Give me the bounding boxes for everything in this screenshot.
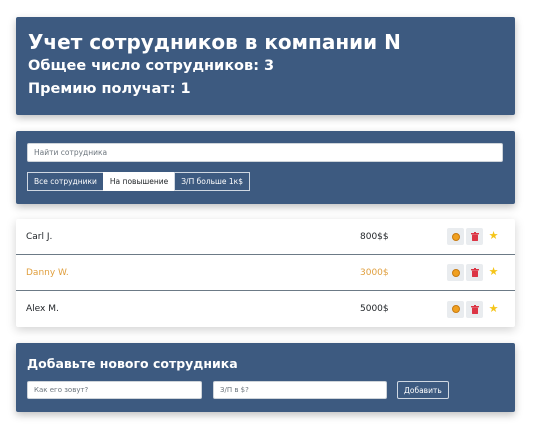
list-item: Danny W. 3000$ ★ <box>16 255 515 291</box>
total-employees-count: Общее число сотрудников: 3 <box>28 58 275 74</box>
trash-icon <box>470 232 479 241</box>
delete-button[interactable] <box>466 264 483 281</box>
cookie-icon <box>451 232 460 241</box>
delete-button[interactable] <box>466 300 483 318</box>
employee-name: Alex M. <box>26 304 59 314</box>
employee-salary: 800$$ <box>360 231 389 242</box>
page-title: Учет сотрудников в компании N <box>28 30 401 54</box>
star-icon: ★ <box>488 230 499 242</box>
filter-all-button[interactable]: Все сотрудники <box>27 172 104 191</box>
star-button[interactable]: ★ <box>485 301 502 318</box>
star-icon: ★ <box>488 266 499 278</box>
star-button[interactable]: ★ <box>485 228 502 245</box>
star-button[interactable]: ★ <box>485 264 502 281</box>
cookie-icon <box>451 305 460 313</box>
row-actions: ★ <box>447 300 502 318</box>
list-item: Alex M. 5000$ ★ <box>16 291 515 327</box>
cookie-button[interactable] <box>447 300 464 318</box>
employee-name: Danny W. <box>26 267 69 278</box>
employee-name: Carl J. <box>26 231 53 242</box>
trash-icon <box>470 268 479 277</box>
cookie-button[interactable] <box>447 264 464 281</box>
trash-icon <box>470 304 479 314</box>
delete-button[interactable] <box>466 228 483 245</box>
name-input[interactable] <box>27 381 202 399</box>
search-input[interactable] <box>27 143 503 162</box>
add-employee-panel: Добавьте нового сотрудника Добавить <box>16 343 515 412</box>
cookie-icon <box>451 268 460 277</box>
filter-group: Все сотрудники На повышение З/П больше 1… <box>27 172 504 191</box>
app-info-panel: Учет сотрудников в компании N Общее числ… <box>16 17 515 115</box>
salary-input[interactable] <box>213 381 387 399</box>
employee-salary: 5000$ <box>360 304 389 314</box>
star-icon: ★ <box>488 302 499 315</box>
filter-increase-button[interactable]: На повышение <box>102 172 176 191</box>
add-employee-form: Добавить <box>27 381 504 399</box>
cookie-button[interactable] <box>447 228 464 245</box>
bonus-count: Премию получат: 1 <box>28 81 191 97</box>
row-actions: ★ <box>447 264 502 281</box>
filter-salary-button[interactable]: З/П больше 1к$ <box>174 172 250 191</box>
search-panel: Все сотрудники На повышение З/П больше 1… <box>16 131 515 204</box>
list-item: Carl J. 800$$ ★ <box>16 219 515 255</box>
row-actions: ★ <box>447 228 502 245</box>
add-button[interactable]: Добавить <box>397 381 449 399</box>
employees-list: Carl J. 800$$ ★ Danny W. 3000$ ★ Alex M.… <box>16 219 515 327</box>
employee-salary: 3000$ <box>360 267 389 278</box>
add-employee-title: Добавьте нового сотрудника <box>27 356 238 371</box>
